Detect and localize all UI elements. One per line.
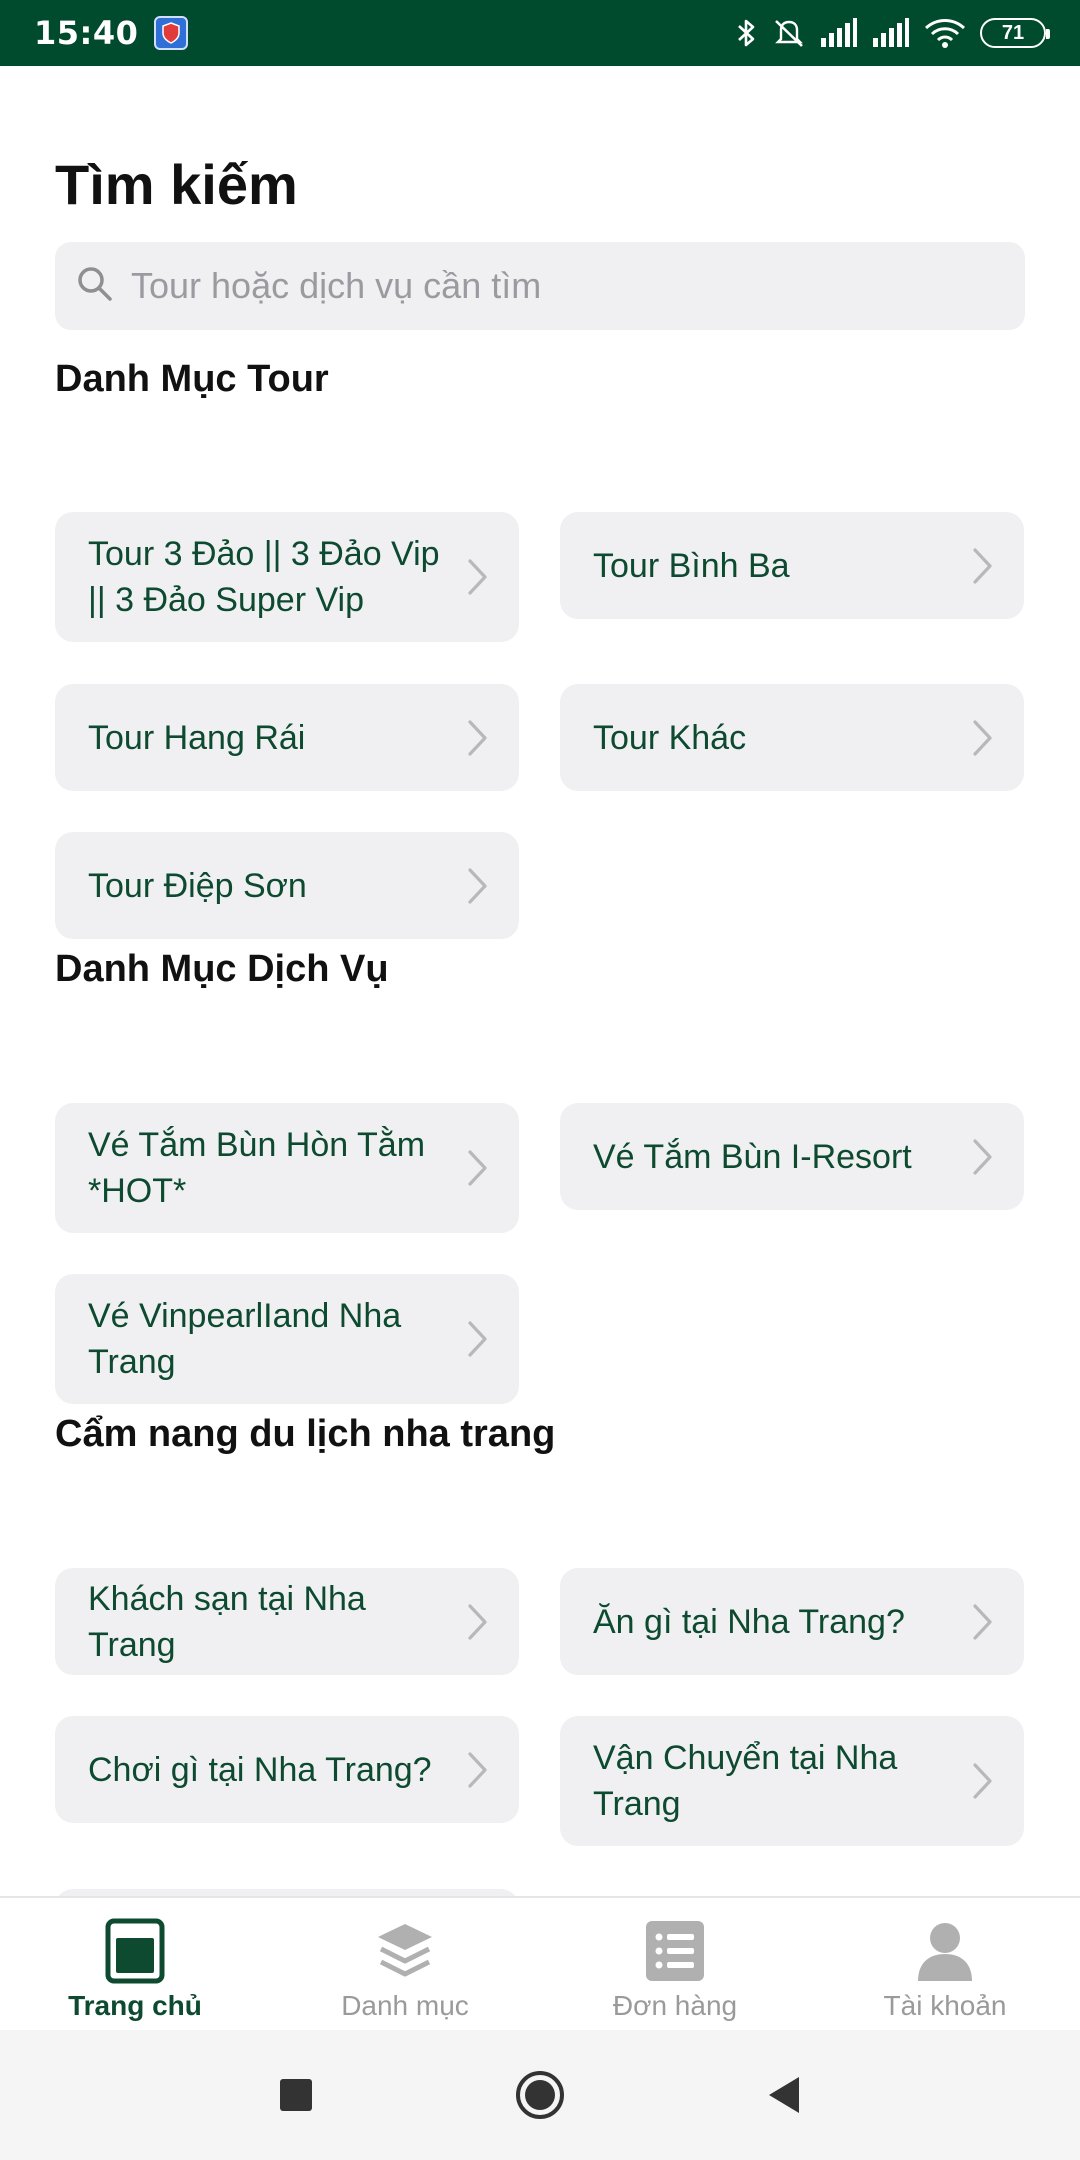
chevron-right-icon	[468, 1150, 487, 1186]
tour-diep-son-card[interactable]: Tour Điệp Sơn	[55, 832, 519, 939]
recents-button[interactable]	[278, 2077, 314, 2113]
tab-label: Trang chủ	[68, 1990, 202, 2021]
card-label: Tour Hang Rái	[88, 718, 306, 757]
chevron-right-icon	[468, 1603, 487, 1640]
tab-label: Đơn hàng	[612, 1990, 738, 2021]
khach-san-card[interactable]: Khách sạn tại Nha Trang	[55, 1568, 519, 1675]
list-icon	[646, 1921, 704, 1981]
partial-card[interactable]	[55, 1889, 519, 1896]
bluetooth-icon	[736, 17, 758, 49]
card-label: Tour Bình Ba	[593, 546, 790, 585]
system-nav-bar	[0, 2030, 1080, 2160]
section-title-guide: Cẩm nang du lịch nha trang	[55, 1413, 556, 1455]
ve-tam-bun-i-resort-card[interactable]: Vé Tắm Bùn I-Resort	[560, 1103, 1024, 1210]
choi-gi-card[interactable]: Chơi gì tại Nha Trang?	[55, 1716, 519, 1823]
status-bar: 15:40 71	[0, 0, 1080, 66]
card-label: Vé Tắm Bùn Hòn Tằm *HOT*	[88, 1126, 426, 1210]
card-label: Tour Điệp Sơn	[88, 866, 307, 905]
ve-vinpearland-card[interactable]: Vé VinpearlIand Nha Trang	[55, 1274, 519, 1404]
chevron-right-icon	[973, 547, 992, 584]
tab-label: Tài khoản	[883, 1990, 1007, 2021]
layers-icon	[378, 1924, 432, 1977]
tab-label: Danh mục	[341, 1990, 469, 2021]
an-gi-card[interactable]: Ăn gì tại Nha Trang?	[560, 1568, 1024, 1675]
card-label: Khách sạn tại Nha Trang	[88, 1579, 366, 1664]
section-title-tour: Danh Mục Tour	[55, 358, 329, 400]
card-label: Ăn gì tại Nha Trang?	[593, 1602, 905, 1641]
search-input[interactable]	[131, 265, 991, 307]
shield-icon	[154, 16, 189, 50]
card-label: Vé Tắm Bùn I-Resort	[593, 1137, 912, 1176]
chevron-right-icon	[973, 1603, 992, 1640]
card-label: Vé VinpearlIand Nha Trang	[88, 1297, 402, 1381]
wifi-icon	[924, 17, 966, 49]
chevron-right-icon	[973, 719, 992, 756]
battery-icon: 71	[980, 18, 1050, 48]
search-bar[interactable]	[55, 242, 1025, 330]
card-label: Chơi gì tại Nha Trang?	[88, 1750, 432, 1789]
mute-icon	[772, 17, 806, 49]
user-icon	[918, 1923, 972, 1981]
search-icon	[75, 264, 115, 309]
tour-3-dao-card[interactable]: Tour 3 Đảo || 3 Đảo Vip || 3 Đảo Super V…	[55, 512, 519, 642]
bottom-tab-bar: Trang chủ Danh mục Đơn hàng Tài khoản	[0, 1896, 1080, 2030]
tab-don-hang[interactable]: Đơn hàng	[540, 1898, 810, 2030]
chevron-right-icon	[973, 1138, 992, 1175]
home-icon	[105, 1918, 165, 1984]
search-screen: Tìm kiếm Danh Mục Tour Tour 3 Đảo || 3 Đ…	[0, 66, 1080, 1896]
tour-binh-ba-card[interactable]: Tour Bình Ba	[560, 512, 1024, 619]
ve-tam-bun-hon-tam-card[interactable]: Vé Tắm Bùn Hòn Tằm *HOT*	[55, 1103, 519, 1233]
tab-trang-chu[interactable]: Trang chủ	[0, 1898, 270, 2030]
card-label: Vận Chuyển tại Nha Trang	[593, 1739, 898, 1823]
chevron-right-icon	[468, 1751, 487, 1788]
page-title: Tìm kiếm	[55, 153, 298, 216]
chevron-right-icon	[468, 559, 487, 595]
card-label: Tour Khác	[593, 718, 747, 757]
chevron-right-icon	[468, 1321, 487, 1357]
tour-hang-rai-card[interactable]: Tour Hang Rái	[55, 684, 519, 791]
back-button[interactable]	[766, 2075, 802, 2115]
tab-danh-muc[interactable]: Danh mục	[270, 1898, 540, 2030]
status-time: 15:40	[34, 14, 139, 52]
van-chuyen-card[interactable]: Vận Chuyển tại Nha Trang	[560, 1716, 1024, 1846]
chevron-right-icon	[468, 719, 487, 756]
signal-icon	[820, 18, 858, 48]
chevron-right-icon	[468, 867, 487, 904]
home-button[interactable]	[514, 2069, 566, 2121]
section-title-services: Danh Mục Dịch Vụ	[55, 948, 389, 990]
tour-khac-card[interactable]: Tour Khác	[560, 684, 1024, 791]
tab-tai-khoan[interactable]: Tài khoản	[810, 1898, 1080, 2030]
card-label: Tour 3 Đảo || 3 Đảo Vip || 3 Đảo Super V…	[88, 535, 440, 619]
chevron-right-icon	[973, 1763, 992, 1799]
signal-icon-2	[872, 18, 910, 48]
